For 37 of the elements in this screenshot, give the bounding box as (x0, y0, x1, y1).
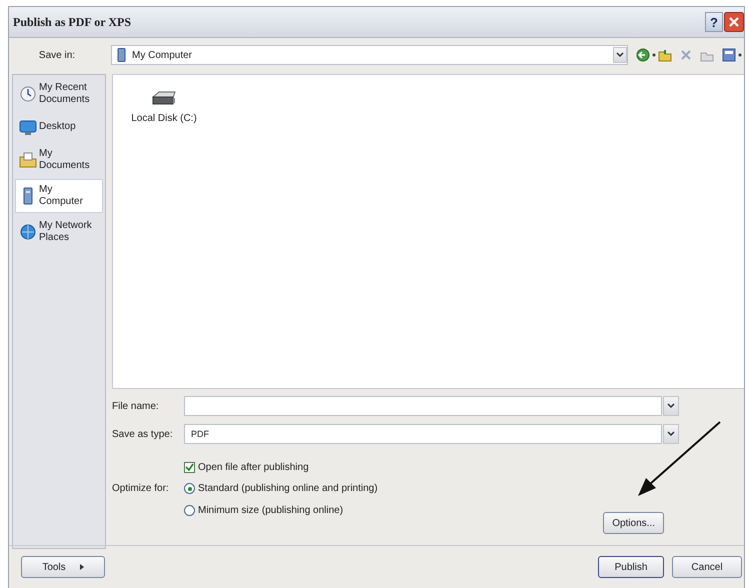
checkbox-label: Open file after publishing (198, 462, 309, 472)
cancel-button[interactable]: Cancel (672, 556, 742, 578)
sidebar-item[interactable]: My Recent Documents (15, 77, 103, 111)
folder-icon[interactable] (658, 48, 672, 62)
dropdown-button[interactable] (663, 424, 679, 444)
field-label: Save as type: (112, 428, 174, 440)
file-name-field[interactable] (184, 396, 662, 416)
checkbox[interactable] (184, 462, 195, 472)
dropdown-button[interactable] (663, 396, 679, 416)
sidebar-item[interactable]: My Documents (15, 143, 103, 177)
sidebar-item[interactable]: My Network Places (15, 215, 103, 249)
sidebar-item[interactable]: Desktop (15, 113, 103, 141)
window-title: Publish as PDF or XPS (13, 14, 132, 30)
computer-icon (116, 48, 128, 62)
field-label: Optimize for: (112, 482, 170, 496)
monitor-icon (19, 118, 37, 136)
file-item[interactable]: Local Disk (C:) (119, 91, 209, 124)
save-in-label: Save in: (38, 50, 76, 60)
help-button[interactable]: ? (705, 12, 723, 32)
file-type-dropdown[interactable]: PDF (184, 424, 662, 444)
location-dropdown[interactable]: My Computer (111, 45, 628, 65)
clock-icon (19, 85, 37, 103)
close-button[interactable] (724, 12, 744, 32)
radio-button[interactable] (184, 483, 195, 494)
field-label: File name: (112, 400, 160, 412)
sidebar-item[interactable]: My Computer (15, 179, 103, 213)
options-button[interactable]: Options... (603, 512, 664, 534)
publish-button[interactable]: Publish (598, 556, 664, 578)
radio-button[interactable] (184, 505, 195, 516)
globe-icon (19, 223, 37, 241)
folder-icon (19, 151, 37, 169)
radio-label: Standard (publishing online and printing) (198, 483, 378, 494)
tools-button[interactable]: Tools (21, 556, 105, 578)
back-icon[interactable] (636, 48, 650, 62)
radio-label: Minimum size (publishing online) (198, 505, 344, 516)
views-icon[interactable] (722, 48, 736, 62)
drive-icon (151, 91, 177, 107)
